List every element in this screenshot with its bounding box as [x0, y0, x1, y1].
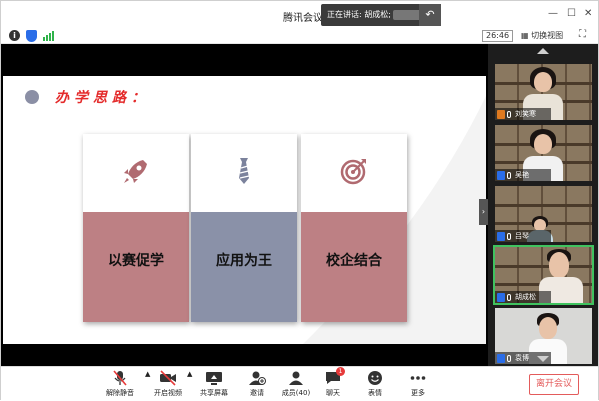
invite-button[interactable]: 邀请: [243, 370, 271, 398]
chat-badge: 1: [336, 367, 345, 376]
share-screen-button[interactable]: 共享屏幕: [199, 370, 229, 398]
card-label: 应用为王: [216, 253, 272, 269]
collapse-panel-button[interactable]: ›: [479, 199, 488, 225]
smile-icon: [368, 371, 382, 385]
scroll-down-icon[interactable]: [537, 356, 549, 362]
participant-tile[interactable]: 吴艳: [495, 125, 592, 181]
share-screen-icon: [206, 372, 222, 385]
add-user-icon: [249, 371, 266, 385]
switch-view-label: 切换视图: [531, 31, 564, 40]
fullscreen-icon[interactable]: ⛶: [579, 29, 586, 40]
speaking-indicator: 正在讲话: 胡成松; ↶: [321, 4, 441, 26]
participant-tile[interactable]: 刘笑寒: [495, 64, 592, 120]
chat-label: 聊天: [326, 389, 340, 397]
heading-bullet: [25, 90, 39, 104]
speaking-label: 正在讲话: 胡成松;: [327, 10, 391, 19]
reactions-label: 表情: [368, 389, 382, 397]
audio-options-icon[interactable]: ▲: [145, 370, 150, 378]
chat-button[interactable]: 1 聊天: [321, 367, 345, 398]
participant-name: 胡成松: [515, 293, 536, 301]
reactions-button[interactable]: 表情: [363, 370, 387, 398]
presentation-slide: 办学思路： 以赛促学 应用为王 校企结合: [3, 76, 486, 344]
participant-tile[interactable]: 胡成松: [493, 245, 594, 305]
card-competition: 以赛促学: [83, 134, 189, 322]
more-button[interactable]: 更多: [406, 370, 430, 398]
maximize-button[interactable]: ☐: [567, 8, 576, 20]
card-application: 应用为王: [191, 134, 297, 322]
meeting-timer: 26:46: [482, 30, 514, 42]
shared-screen: 办学思路： 以赛促学 应用为王 校企结合 ›: [1, 44, 488, 366]
necktie-icon: [239, 158, 250, 184]
members-label: 成员(40): [281, 389, 311, 397]
participant-name: 吴艳: [515, 171, 529, 179]
muted-mic-icon: [113, 370, 127, 386]
more-icon: [410, 376, 426, 380]
card-label: 校企结合: [326, 253, 382, 269]
meeting-window: 腾讯会议 正在讲话: 胡成松; ↶ — ☐ ✕ i 26:46 ▦ 切换视图 ⛶…: [0, 0, 599, 401]
scroll-up-icon[interactable]: [537, 48, 549, 54]
start-video-label: 开启视频: [154, 389, 182, 397]
rocket-icon: [124, 160, 147, 183]
video-options-icon[interactable]: ▲: [187, 370, 192, 378]
members-button[interactable]: 成员(40): [281, 370, 311, 398]
title-bar: 腾讯会议 正在讲话: 胡成松; ↶ — ☐ ✕: [1, 1, 598, 28]
start-video-button[interactable]: 开启视频: [153, 370, 183, 398]
close-button[interactable]: ✕: [584, 8, 592, 20]
switch-view-button[interactable]: ▦ 切换视图: [521, 30, 563, 42]
target-icon: [340, 159, 366, 185]
card-label: 以赛促学: [108, 253, 164, 269]
participant-name: 吕琴: [515, 232, 529, 240]
unmute-button[interactable]: 解除静音: [105, 370, 135, 398]
leave-meeting-button[interactable]: 离开会议: [529, 374, 579, 395]
info-bar: i 26:46 ▦ 切换视图 ⛶: [1, 28, 598, 44]
participant-name: 袁博: [515, 354, 529, 362]
share-screen-label: 共享屏幕: [200, 389, 228, 397]
signal-icon[interactable]: [43, 31, 55, 41]
shield-icon[interactable]: [26, 30, 37, 42]
meeting-toolbar: 解除静音 ▲ 开启视频 ▲ 共享屏幕 邀请 成员(40) 1 聊天 表情 更多 …: [1, 366, 598, 401]
members-icon: [289, 371, 303, 385]
info-icon[interactable]: i: [9, 30, 20, 41]
participant-name: 刘笑寒: [515, 110, 536, 118]
app-title: 腾讯会议: [283, 13, 323, 24]
card-enterprise: 校企结合: [301, 134, 407, 322]
participant-list: 刘笑寒 吴艳 吕琴 胡成松 袁博: [488, 44, 598, 366]
video-off-icon: [160, 370, 176, 386]
minimize-button[interactable]: —: [548, 8, 558, 20]
unmute-label: 解除静音: [106, 389, 134, 397]
participant-tile[interactable]: 吕琴: [495, 186, 592, 242]
grid-icon: ▦: [521, 31, 532, 40]
invite-label: 邀请: [250, 389, 264, 397]
slide-heading: 办学思路：: [55, 90, 150, 106]
back-icon[interactable]: ↶: [419, 4, 441, 26]
more-label: 更多: [411, 389, 425, 397]
